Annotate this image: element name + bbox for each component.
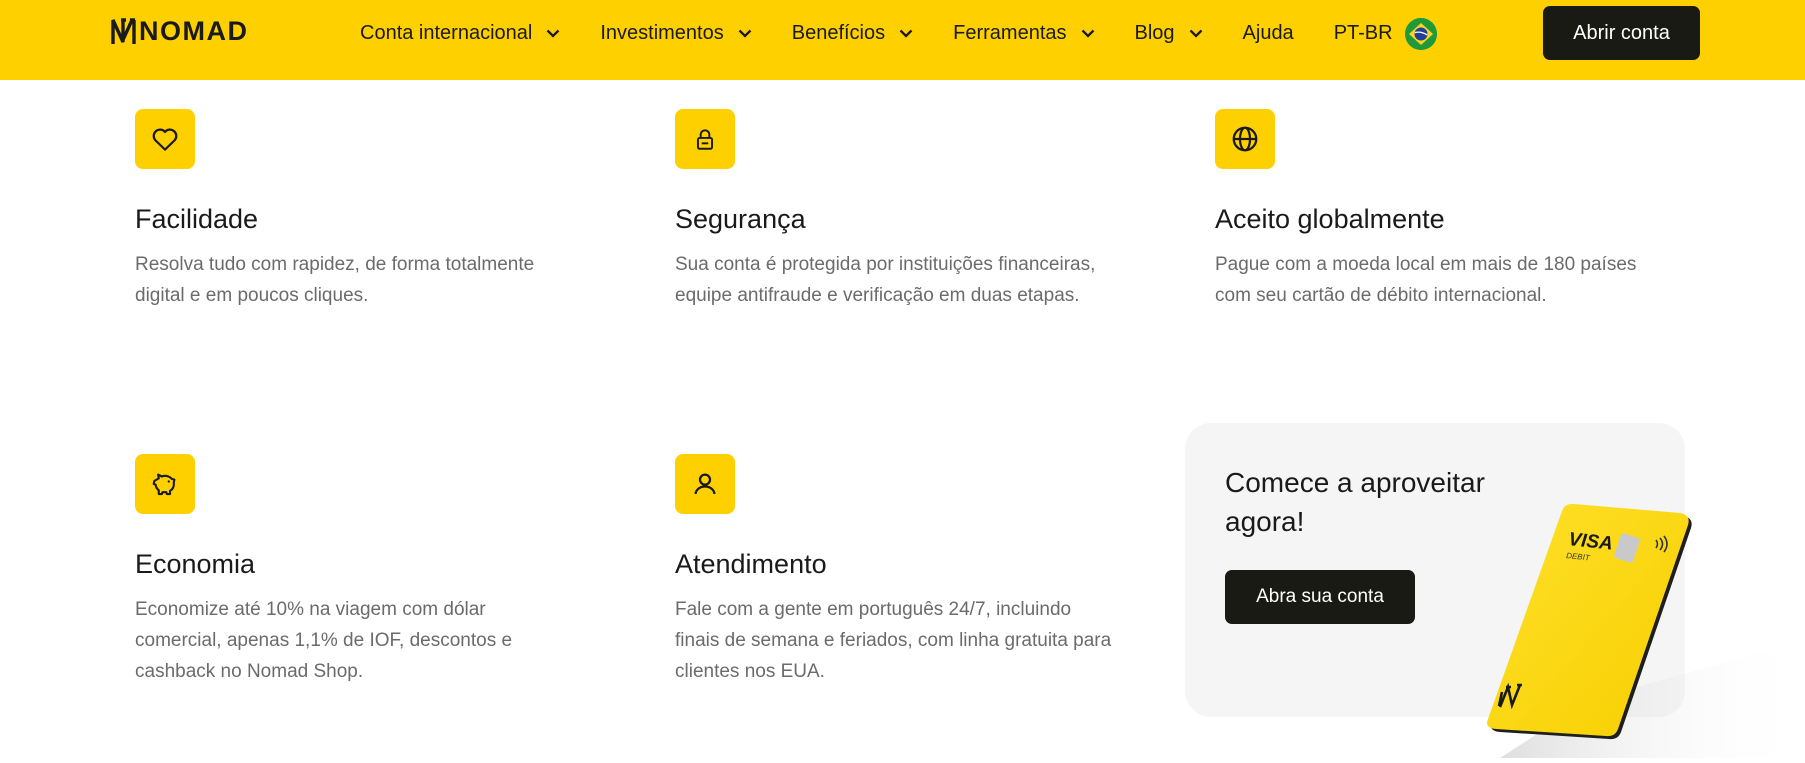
brazil-flag-icon — [1404, 17, 1437, 50]
nomad-logo-mark-icon — [111, 18, 136, 44]
nav-item-label: Ajuda — [1242, 22, 1294, 44]
feature-title: Segurança — [675, 204, 806, 234]
nomad-logo[interactable]: NOMAD — [110, 16, 249, 46]
logo-wordmark: NOMAD — [139, 15, 249, 46]
feature-title: Atendimento — [675, 549, 827, 579]
feature-description: Pague com a moeda local em mais de 180 p… — [1215, 254, 1637, 306]
feature-title: Aceito globalmente — [1215, 204, 1445, 234]
nav-item-label: Investimentos — [600, 22, 724, 44]
chevron-down-icon — [738, 29, 752, 38]
language-selector[interactable]: PT-BR — [1333, 17, 1437, 50]
feature-icon-box — [675, 454, 735, 514]
feature-facilidade: Facilidade Resolva tudo com rapidez, de … — [135, 109, 585, 311]
feature-seguranca: Segurança Sua conta é protegida por inst… — [675, 109, 1125, 311]
feature-icon-box — [135, 454, 195, 514]
feature-description: Resolva tudo com rapidez, de forma total… — [135, 254, 535, 306]
feature-title: Facilidade — [135, 204, 259, 234]
open-your-account-button[interactable]: Abra sua conta — [1225, 570, 1415, 624]
promo-title: Comece a aproveitar agora! — [1225, 467, 1485, 537]
main-nav: Conta internacional Investimentos Benefí… — [360, 0, 1437, 67]
chevron-down-icon — [1189, 29, 1202, 38]
globe-icon — [1232, 126, 1258, 152]
nav-item-label: Conta internacional — [360, 22, 533, 44]
feature-title: Economia — [135, 549, 256, 579]
language-label: PT-BR — [1333, 22, 1393, 44]
feature-description: Fale com a gente em português 24/7, incl… — [675, 599, 1112, 682]
piggy-bank-icon — [152, 473, 176, 496]
heart-icon — [152, 128, 178, 151]
feature-aceito-globalmente: Aceito globalmente Pague com a moeda loc… — [1215, 109, 1665, 311]
feature-atendimento: Atendimento Fale com a gente em portuguê… — [675, 454, 1125, 687]
nav-item-label: Blog — [1134, 22, 1175, 44]
feature-description: Sua conta é protegida por instituições f… — [675, 254, 1096, 306]
nav-item-beneficios[interactable]: Benefícios — [792, 22, 913, 45]
nav-item-investimentos[interactable]: Investimentos — [600, 22, 752, 45]
feature-description: Economize até 10% na viagem com dólar co… — [135, 599, 513, 682]
feature-icon-box — [1215, 109, 1275, 169]
nav-item-blog[interactable]: Blog — [1135, 22, 1203, 45]
debit-card-illustration: VISA DEBIT — [1470, 500, 1805, 758]
nav-item-label: Ferramentas — [953, 22, 1067, 44]
lock-icon — [696, 129, 714, 150]
user-icon — [694, 473, 716, 495]
nav-item-conta-internacional[interactable]: Conta internacional — [360, 22, 560, 45]
open-account-button[interactable]: Abrir conta — [1543, 6, 1700, 60]
top-navigation-bar: NOMAD Conta internacional Investimentos … — [0, 0, 1805, 80]
chevron-down-icon — [1081, 29, 1094, 38]
feature-icon-box — [675, 109, 735, 169]
nav-item-label: Benefícios — [791, 22, 886, 44]
chevron-down-icon — [899, 29, 913, 38]
feature-icon-box — [135, 109, 195, 169]
nav-item-ferramentas[interactable]: Ferramentas — [953, 22, 1094, 45]
feature-economia: Economia Economize até 10% na viagem com… — [135, 454, 585, 687]
chevron-down-icon — [547, 29, 560, 38]
nav-item-ajuda[interactable]: Ajuda — [1243, 22, 1294, 45]
